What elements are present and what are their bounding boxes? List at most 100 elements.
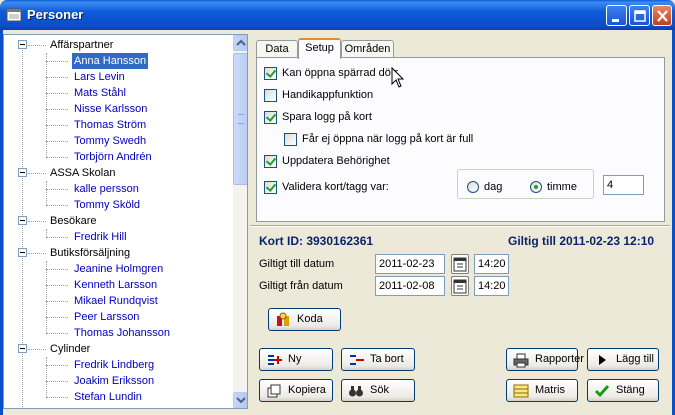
tree-item[interactable]: Mats Ståhl bbox=[72, 85, 128, 101]
remove-row-icon bbox=[350, 355, 364, 365]
tab-setup[interactable]: Setup bbox=[298, 38, 341, 59]
tab-omraden[interactable]: Områden bbox=[341, 40, 394, 58]
card-id-label: Kort ID: 3930162361 bbox=[259, 234, 374, 248]
checkbox-label: Uppdatera Behörighet bbox=[282, 155, 390, 167]
tree-collapse-icon[interactable] bbox=[18, 248, 27, 257]
tree-connector bbox=[46, 125, 68, 126]
tree-item[interactable]: Thomas Ström bbox=[72, 117, 148, 133]
scroll-down-button[interactable] bbox=[233, 392, 247, 408]
sok-button[interactable]: Sök bbox=[341, 379, 415, 402]
tree-item[interactable]: Tommy Sköld bbox=[72, 197, 142, 213]
tree-item[interactable]: Jeanine Holmgren bbox=[72, 261, 165, 277]
valid-until-calendar-button[interactable] bbox=[451, 254, 469, 274]
tree-connector bbox=[46, 205, 68, 206]
checkbox-box[interactable] bbox=[264, 155, 277, 168]
button-label: Kopiera bbox=[288, 384, 326, 396]
checkbox-box[interactable] bbox=[264, 67, 277, 80]
matris-button[interactable]: Matris bbox=[506, 379, 578, 402]
koda-button[interactable]: Koda bbox=[268, 308, 341, 331]
tree-item[interactable]: Thomas Johansson bbox=[72, 325, 172, 341]
tree-item[interactable]: Stefan Lundin bbox=[72, 389, 144, 405]
tree-item[interactable]: Torbjörn Andrén bbox=[72, 149, 154, 165]
button-label: Stäng bbox=[616, 384, 645, 396]
tree-item[interactable]: Tommy Swedh bbox=[72, 133, 148, 149]
tree-item[interactable]: Joakim Eriksson bbox=[72, 373, 156, 389]
tree-item[interactable]: Fredrik Lindberg bbox=[72, 357, 156, 373]
button-label: Matris bbox=[535, 384, 565, 396]
button-label: Ny bbox=[288, 353, 302, 365]
tree-item[interactable]: Lars Levin bbox=[72, 69, 127, 85]
tree-item[interactable]: Kenneth Larsson bbox=[72, 277, 159, 293]
person-tree[interactable]: Affärspartner Anna Hansson Lars Levin Mats … bbox=[3, 34, 248, 409]
valid-until-time-input[interactable]: 14:20 bbox=[474, 254, 509, 274]
tree-connector bbox=[46, 365, 68, 366]
tree-connector bbox=[28, 221, 46, 222]
tree-group[interactable]: Besökare bbox=[50, 213, 96, 229]
tree-collapse-icon[interactable] bbox=[18, 344, 27, 353]
window-title: Personer bbox=[27, 7, 84, 22]
tab-data[interactable]: Data bbox=[256, 40, 298, 58]
tree-connector bbox=[46, 157, 68, 158]
valid-from-date-label: Giltigt från datum bbox=[259, 280, 343, 292]
tree-connector bbox=[28, 349, 46, 350]
lagg-till-button[interactable]: Lägg till bbox=[587, 348, 659, 371]
tree-group[interactable]: ASSA Skolan bbox=[50, 165, 115, 181]
valid-from-date-input[interactable]: 2011-02-08 bbox=[375, 276, 445, 296]
ta-bort-button[interactable]: Ta bort bbox=[341, 348, 415, 371]
checkbox-box[interactable] bbox=[284, 133, 297, 146]
tree-connector bbox=[46, 53, 47, 157]
tree-item[interactable]: kalle persson bbox=[72, 181, 141, 197]
rapporter-button[interactable]: Rapporter bbox=[506, 348, 584, 371]
tree-item[interactable]: Fredrik Hill bbox=[72, 229, 129, 245]
tree-connector bbox=[46, 189, 68, 190]
tree-item[interactable]: Nisse Karlsson bbox=[72, 101, 149, 117]
tree-collapse-icon[interactable] bbox=[18, 168, 27, 177]
close-icon bbox=[657, 10, 668, 22]
valid-from-time-input[interactable]: 14:20 bbox=[474, 276, 509, 296]
interval-input[interactable]: 4 bbox=[603, 175, 644, 195]
radio-label: timme bbox=[547, 181, 577, 193]
kopiera-button[interactable]: Kopiera bbox=[259, 379, 333, 402]
maximize-button[interactable] bbox=[629, 5, 650, 26]
tree-scrollbar[interactable] bbox=[233, 35, 247, 408]
button-label: Sök bbox=[370, 384, 389, 396]
tree-collapse-icon[interactable] bbox=[18, 40, 27, 49]
valid-until-date-input[interactable]: 2011-02-23 bbox=[375, 254, 445, 274]
maximize-icon bbox=[634, 10, 646, 22]
tree-content: Affärspartner Anna Hansson Lars Levin Mats … bbox=[4, 35, 232, 408]
tree-group[interactable]: EDI bbox=[50, 405, 68, 408]
radio-dot[interactable] bbox=[467, 181, 479, 193]
button-label: Lägg till bbox=[616, 353, 654, 365]
title-bar[interactable]: Personer bbox=[0, 0, 675, 30]
tree-item[interactable]: Anna Hansson bbox=[72, 53, 149, 69]
tree-connector bbox=[46, 397, 68, 398]
scroll-thumb[interactable] bbox=[233, 53, 247, 185]
app-icon bbox=[6, 8, 22, 22]
tree-group[interactable]: Affärspartner bbox=[50, 37, 113, 53]
stang-button[interactable]: Stäng bbox=[587, 379, 659, 402]
separator bbox=[250, 225, 670, 227]
checkbox-label: Kan öppna spärrad dörr bbox=[282, 67, 399, 79]
tree-item[interactable]: Peer Larsson bbox=[72, 309, 141, 325]
checkbox-label: Spara logg på kort bbox=[282, 111, 372, 123]
tree-item[interactable]: Mikael Rundqvist bbox=[72, 293, 160, 309]
button-label: Koda bbox=[297, 313, 323, 325]
tree-connector bbox=[46, 229, 47, 237]
radio-dot[interactable] bbox=[530, 181, 542, 193]
scroll-up-button[interactable] bbox=[233, 35, 247, 51]
valid-from-calendar-button[interactable] bbox=[451, 276, 469, 296]
checkbox-label: Handikappfunktion bbox=[282, 89, 374, 101]
ny-button[interactable]: Ny bbox=[259, 348, 333, 371]
close-button[interactable] bbox=[652, 5, 672, 26]
add-row-icon bbox=[268, 355, 282, 365]
tree-group[interactable]: Cylinder bbox=[50, 341, 90, 357]
tree-connector bbox=[28, 173, 46, 174]
valid-until-label: Giltig till 2011-02-23 12:10 bbox=[508, 234, 655, 248]
checkbox-box[interactable] bbox=[264, 111, 277, 124]
minimize-button[interactable] bbox=[606, 5, 627, 26]
radio-label: dag bbox=[484, 181, 503, 193]
checkbox-box[interactable] bbox=[264, 181, 277, 194]
checkbox-box[interactable] bbox=[264, 89, 277, 102]
tree-group[interactable]: Butiksförsäljning bbox=[50, 245, 130, 261]
tree-collapse-icon[interactable] bbox=[18, 216, 27, 225]
